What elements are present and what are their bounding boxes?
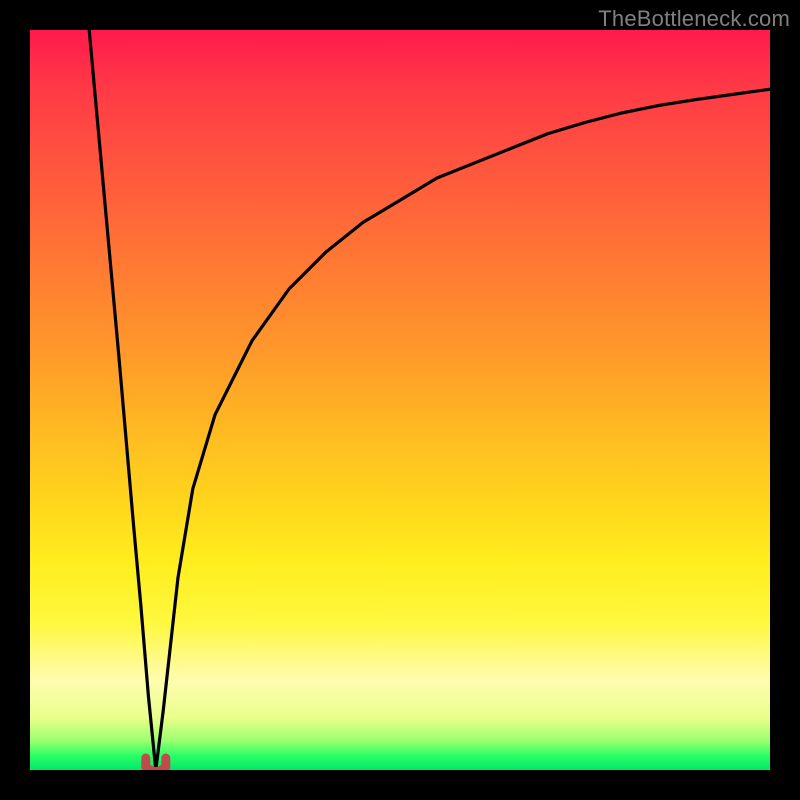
heatmap-plot-area <box>30 30 770 770</box>
chart-frame: TheBottleneck.com <box>0 0 800 800</box>
bottleneck-curve-svg <box>30 30 770 770</box>
watermark-text: TheBottleneck.com <box>598 6 790 32</box>
bottleneck-curve-line <box>89 30 770 770</box>
